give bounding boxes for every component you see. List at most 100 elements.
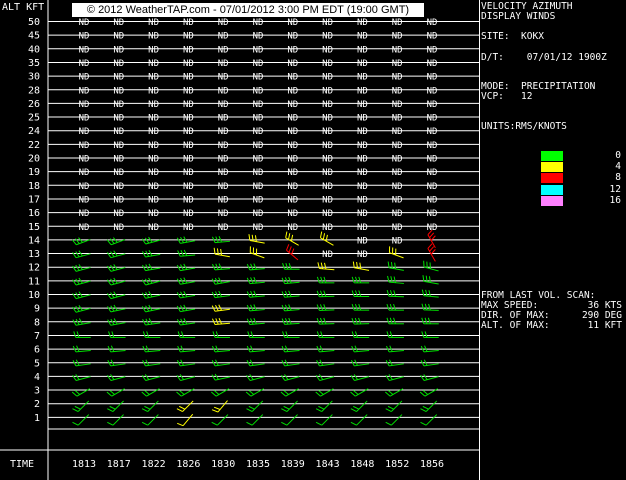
no-data-marker: ND	[218, 223, 229, 233]
no-data-marker: ND	[218, 59, 229, 69]
no-data-marker: ND	[218, 18, 229, 28]
no-data-marker: ND	[148, 45, 159, 55]
wind-barb	[72, 250, 91, 259]
no-data-marker: ND	[392, 141, 403, 151]
no-data-marker: ND	[113, 141, 124, 151]
no-data-marker: ND	[392, 223, 403, 233]
scan-stat-label: ALT. OF MAX:	[481, 320, 550, 331]
no-data-marker: ND	[427, 86, 438, 96]
no-data-marker: ND	[392, 114, 403, 124]
no-data-marker: ND	[392, 59, 403, 69]
no-data-marker: ND	[427, 209, 438, 219]
no-data-marker: ND	[148, 155, 159, 165]
time-tick-label: 1856	[420, 459, 444, 470]
no-data-marker: ND	[183, 100, 194, 110]
legend-swatch	[541, 195, 563, 206]
no-data-marker: ND	[113, 73, 124, 83]
wind-barb	[351, 331, 370, 338]
mode-label: MODE: PRECIPITATION VCP: 12	[481, 81, 596, 102]
no-data-marker: ND	[148, 59, 159, 69]
no-data-marker: ND	[392, 73, 403, 83]
no-data-marker: ND	[253, 223, 264, 233]
no-data-marker: ND	[427, 73, 438, 83]
wind-barb	[421, 289, 439, 298]
wind-barb	[176, 400, 194, 412]
no-data-marker: ND	[148, 141, 159, 151]
wind-barb	[71, 237, 91, 246]
no-data-marker: ND	[427, 141, 438, 151]
no-data-marker: ND	[113, 209, 124, 219]
no-data-marker: ND	[79, 209, 90, 219]
no-data-marker: ND	[322, 114, 333, 124]
wind-barb	[387, 261, 404, 271]
wind-barb	[350, 414, 368, 426]
wind-barb	[177, 413, 194, 427]
no-data-marker: ND	[287, 114, 298, 124]
wind-barb	[176, 374, 196, 382]
no-data-marker: ND	[322, 168, 333, 178]
wind-barb	[316, 331, 335, 338]
altitude-tick-label: 1	[34, 413, 40, 424]
no-data-marker: ND	[218, 127, 229, 137]
no-data-marker: ND	[113, 223, 124, 233]
wind-barb	[351, 276, 370, 284]
wind-barb	[351, 290, 370, 297]
no-data-marker: ND	[218, 141, 229, 151]
no-data-marker: ND	[183, 155, 194, 165]
altitude-tick-label: 11	[28, 276, 40, 287]
no-data-marker: ND	[218, 45, 229, 55]
no-data-marker: ND	[79, 141, 90, 151]
altitude-tick-label: 35	[28, 58, 40, 69]
wind-barb	[106, 374, 126, 382]
vad-wind-display: ALT KFT 50 45 40 35 30 28 26 25 24 22 20 19 18 17 16 15 1…	[0, 0, 626, 480]
altitude-tick-label: 12	[28, 263, 40, 274]
no-data-marker: ND	[148, 73, 159, 83]
no-data-marker: ND	[183, 86, 194, 96]
altitude-tick-label: 16	[28, 208, 40, 219]
wind-barb	[246, 374, 265, 382]
wind-barb	[106, 277, 126, 286]
wind-barb	[386, 290, 404, 298]
altitude-tick-label: 50	[28, 17, 40, 28]
no-data-marker: ND	[183, 114, 194, 124]
no-data-marker: ND	[322, 100, 333, 110]
no-data-marker: ND	[357, 59, 368, 69]
wind-barb	[246, 400, 264, 412]
no-data-marker: ND	[322, 182, 333, 192]
wind-barb	[280, 374, 300, 382]
altitude-tick-label: 19	[28, 167, 40, 178]
no-data-marker: ND	[113, 127, 124, 137]
altitude-tick-label: 10	[28, 290, 40, 301]
wind-barb	[211, 414, 229, 426]
no-data-marker: ND	[148, 209, 159, 219]
wind-barb	[72, 400, 90, 412]
time-tick-label: 1835	[246, 459, 270, 470]
wind-barb	[142, 331, 161, 338]
no-data-marker: ND	[322, 223, 333, 233]
no-data-marker: ND	[287, 182, 298, 192]
no-data-marker: ND	[287, 32, 298, 42]
no-data-marker: ND	[218, 182, 229, 192]
wind-barb	[106, 250, 126, 259]
no-data-marker: ND	[113, 114, 124, 124]
altitude-tick-label: 28	[28, 85, 40, 96]
altitude-tick-label: 15	[28, 222, 40, 233]
legend-swatch	[541, 173, 563, 184]
no-data-marker: ND	[287, 223, 298, 233]
wind-barb	[385, 414, 403, 426]
wind-barb	[211, 373, 230, 381]
no-data-marker: ND	[183, 18, 194, 28]
no-data-marker: ND	[392, 168, 403, 178]
no-data-marker: ND	[183, 141, 194, 151]
wind-barb	[285, 231, 299, 246]
no-data-marker: ND	[392, 100, 403, 110]
no-data-marker: ND	[79, 45, 90, 55]
scan-stat-row: ALT. OF MAX: 11 KFT	[481, 321, 622, 331]
wind-barb	[106, 291, 126, 300]
no-data-marker: ND	[427, 32, 438, 42]
wind-barb	[316, 304, 335, 311]
no-data-marker: ND	[79, 168, 90, 178]
no-data-marker: ND	[392, 18, 403, 28]
no-data-marker: ND	[287, 155, 298, 165]
legend-swatch	[541, 162, 563, 173]
